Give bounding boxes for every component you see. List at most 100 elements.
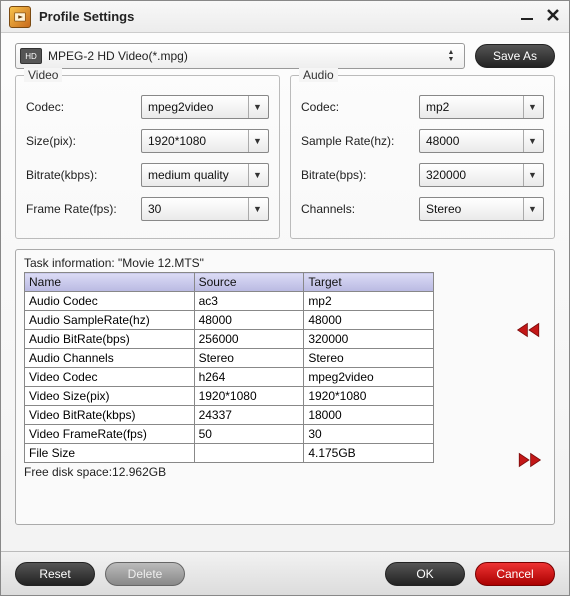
table-cell: mp2 bbox=[304, 292, 434, 311]
chevron-down-icon: ▼ bbox=[248, 198, 266, 220]
video-framerate-value: 30 bbox=[148, 202, 248, 216]
prev-task-button[interactable] bbox=[516, 320, 542, 343]
table-cell: 320000 bbox=[304, 330, 434, 349]
table-cell: 48000 bbox=[304, 311, 434, 330]
audio-samplerate-label: Sample Rate(hz): bbox=[301, 134, 419, 148]
table-cell: 30 bbox=[304, 425, 434, 444]
table-cell: Stereo bbox=[304, 349, 434, 368]
video-codec-value: mpeg2video bbox=[148, 100, 248, 114]
table-cell: h264 bbox=[194, 368, 304, 387]
video-framerate-select[interactable]: 30 ▼ bbox=[141, 197, 269, 221]
audio-codec-select[interactable]: mp2 ▼ bbox=[419, 95, 544, 119]
hd-badge-icon: HD bbox=[20, 48, 42, 64]
table-cell: 1920*1080 bbox=[304, 387, 434, 406]
table-row: Video Size(pix)1920*10801920*1080 bbox=[25, 387, 434, 406]
chevron-down-icon: ▼ bbox=[523, 164, 541, 186]
col-header-target[interactable]: Target bbox=[304, 273, 434, 292]
close-button[interactable] bbox=[545, 7, 561, 26]
cancel-button[interactable]: Cancel bbox=[475, 562, 555, 586]
table-cell: Audio Codec bbox=[25, 292, 195, 311]
delete-button[interactable]: Delete bbox=[105, 562, 185, 586]
chevron-down-icon: ▼ bbox=[248, 130, 266, 152]
table-row: Video BitRate(kbps)2433718000 bbox=[25, 406, 434, 425]
table-cell: 24337 bbox=[194, 406, 304, 425]
table-cell: Stereo bbox=[194, 349, 304, 368]
profile-select-text: MPEG-2 HD Video(*.mpg) bbox=[48, 49, 442, 63]
profile-settings-window: Profile Settings HD MPEG-2 HD Video(*.mp… bbox=[0, 0, 570, 596]
table-cell: Video Size(pix) bbox=[25, 387, 195, 406]
task-info-label: Task information: "Movie 12.MTS" bbox=[24, 256, 546, 270]
video-size-value: 1920*1080 bbox=[148, 134, 248, 148]
table-cell: 4.175GB bbox=[304, 444, 434, 463]
video-size-label: Size(pix): bbox=[26, 134, 141, 148]
video-group: Video Codec: mpeg2video ▼ Size(pix): 192… bbox=[15, 75, 280, 239]
next-task-button[interactable] bbox=[516, 450, 542, 473]
table-row: Audio SampleRate(hz)4800048000 bbox=[25, 311, 434, 330]
settings-groups: Video Codec: mpeg2video ▼ Size(pix): 192… bbox=[1, 75, 569, 239]
col-header-name[interactable]: Name bbox=[25, 273, 195, 292]
video-bitrate-value: medium quality bbox=[148, 168, 248, 182]
table-row: Audio Codecac3mp2 bbox=[25, 292, 434, 311]
table-cell: 48000 bbox=[194, 311, 304, 330]
table-cell: mpeg2video bbox=[304, 368, 434, 387]
chevron-down-icon: ▼ bbox=[248, 96, 266, 118]
audio-legend: Audio bbox=[299, 68, 338, 82]
ok-button[interactable]: OK bbox=[385, 562, 465, 586]
task-info-table: Name Source Target Audio Codecac3mp2Audi… bbox=[24, 272, 434, 463]
audio-bitrate-label: Bitrate(bps): bbox=[301, 168, 419, 182]
app-icon bbox=[9, 6, 31, 28]
window-controls bbox=[519, 7, 561, 26]
table-cell: 18000 bbox=[304, 406, 434, 425]
table-cell: ac3 bbox=[194, 292, 304, 311]
audio-group: Audio Codec: mp2 ▼ Sample Rate(hz): 4800… bbox=[290, 75, 555, 239]
profile-select[interactable]: HD MPEG-2 HD Video(*.mpg) ▲▼ bbox=[15, 43, 465, 69]
chevron-down-icon: ▼ bbox=[523, 130, 541, 152]
table-cell bbox=[194, 444, 304, 463]
video-codec-select[interactable]: mpeg2video ▼ bbox=[141, 95, 269, 119]
chevron-down-icon: ▼ bbox=[523, 198, 541, 220]
save-as-button[interactable]: Save As bbox=[475, 44, 555, 68]
video-legend: Video bbox=[24, 68, 62, 82]
audio-codec-label: Codec: bbox=[301, 100, 419, 114]
audio-channels-value: Stereo bbox=[426, 202, 523, 216]
table-cell: Video FrameRate(fps) bbox=[25, 425, 195, 444]
table-cell: 1920*1080 bbox=[194, 387, 304, 406]
window-title: Profile Settings bbox=[39, 9, 519, 24]
table-row: Audio BitRate(bps)256000320000 bbox=[25, 330, 434, 349]
video-bitrate-label: Bitrate(kbps): bbox=[26, 168, 141, 182]
table-row: File Size 4.175GB bbox=[25, 444, 434, 463]
chevron-down-icon: ▼ bbox=[248, 164, 266, 186]
audio-samplerate-select[interactable]: 48000 ▼ bbox=[419, 129, 544, 153]
footer: Reset Delete OK Cancel bbox=[1, 551, 569, 595]
table-cell: Video BitRate(kbps) bbox=[25, 406, 195, 425]
reset-button[interactable]: Reset bbox=[15, 562, 95, 586]
table-row: Video FrameRate(fps)5030 bbox=[25, 425, 434, 444]
audio-bitrate-value: 320000 bbox=[426, 168, 523, 182]
profile-spinner-icon[interactable]: ▲▼ bbox=[442, 49, 460, 63]
free-disk-label: Free disk space:12.962GB bbox=[24, 465, 546, 479]
chevron-down-icon: ▼ bbox=[523, 96, 541, 118]
audio-codec-value: mp2 bbox=[426, 100, 523, 114]
table-cell: File Size bbox=[25, 444, 195, 463]
table-cell: Audio BitRate(bps) bbox=[25, 330, 195, 349]
table-row: Audio ChannelsStereoStereo bbox=[25, 349, 434, 368]
task-info-panel: Task information: "Movie 12.MTS" Name So… bbox=[15, 249, 555, 525]
table-cell: Audio Channels bbox=[25, 349, 195, 368]
video-framerate-label: Frame Rate(fps): bbox=[26, 202, 141, 216]
top-row: HD MPEG-2 HD Video(*.mpg) ▲▼ Save As bbox=[1, 33, 569, 75]
video-size-select[interactable]: 1920*1080 ▼ bbox=[141, 129, 269, 153]
video-bitrate-select[interactable]: medium quality ▼ bbox=[141, 163, 269, 187]
audio-samplerate-value: 48000 bbox=[426, 134, 523, 148]
table-cell: Video Codec bbox=[25, 368, 195, 387]
audio-channels-label: Channels: bbox=[301, 202, 419, 216]
col-header-source[interactable]: Source bbox=[194, 273, 304, 292]
minimize-button[interactable] bbox=[519, 7, 535, 26]
table-cell: 256000 bbox=[194, 330, 304, 349]
audio-channels-select[interactable]: Stereo ▼ bbox=[419, 197, 544, 221]
table-row: Video Codech264mpeg2video bbox=[25, 368, 434, 387]
video-codec-label: Codec: bbox=[26, 100, 141, 114]
titlebar: Profile Settings bbox=[1, 1, 569, 33]
audio-bitrate-select[interactable]: 320000 ▼ bbox=[419, 163, 544, 187]
table-cell: 50 bbox=[194, 425, 304, 444]
table-cell: Audio SampleRate(hz) bbox=[25, 311, 195, 330]
